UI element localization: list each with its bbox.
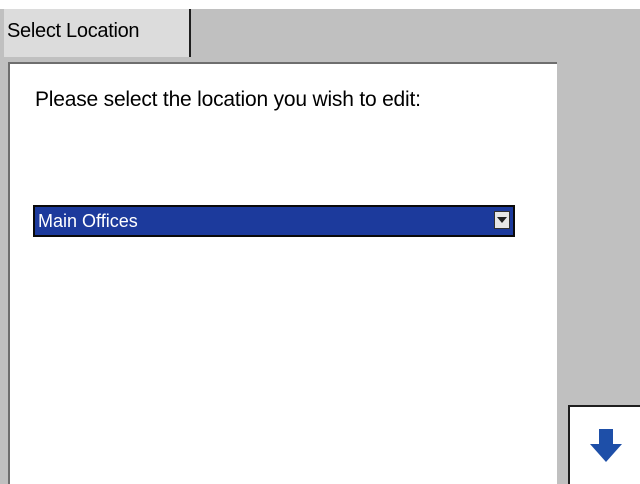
location-select-value: Main Offices [38,211,138,231]
dropdown-toggle-button[interactable] [494,211,510,229]
location-prompt: Please select the location you wish to e… [35,88,421,111]
tab-label: Select Location [7,20,140,42]
content-panel: Please select the location you wish to e… [8,62,557,484]
location-select[interactable]: Main Offices [33,205,515,237]
chevron-down-icon [497,217,507,223]
arrow-down-icon [590,429,622,462]
next-page-button[interactable] [568,405,640,484]
tab-select-location[interactable]: Select Location [4,9,191,57]
